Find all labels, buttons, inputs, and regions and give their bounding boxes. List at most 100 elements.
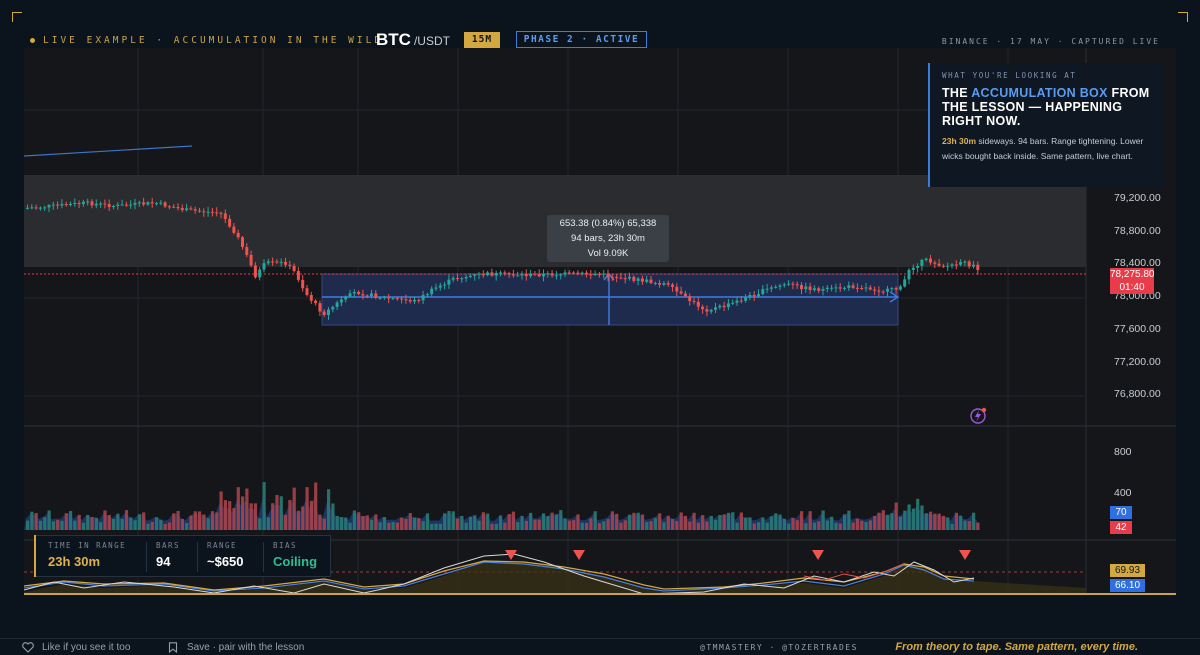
volume-bar <box>395 522 399 530</box>
volume-bar <box>382 517 387 530</box>
oscillator-tag-blue: 66.10 <box>1110 579 1145 592</box>
candle <box>77 203 81 205</box>
volume-bar <box>877 512 881 530</box>
volume-bar <box>129 517 133 530</box>
volume-bar <box>860 520 864 530</box>
volume-bar <box>976 522 980 530</box>
candle <box>374 293 378 298</box>
volume-bar <box>946 517 950 530</box>
volume-bar <box>791 517 795 530</box>
volume-bar <box>352 510 356 530</box>
volume-bar <box>838 523 842 530</box>
candle <box>920 259 924 266</box>
candle <box>666 283 670 285</box>
volume-bar <box>692 512 696 530</box>
candle <box>365 295 369 297</box>
volume-bar <box>563 518 567 530</box>
info-body: 23h 30m sideways. 94 bars. Range tighten… <box>942 134 1152 163</box>
volume-bar <box>430 523 434 530</box>
volume-bar <box>499 515 503 530</box>
candle <box>30 207 34 209</box>
candle <box>959 262 963 265</box>
candle <box>898 286 902 290</box>
candle <box>546 273 550 275</box>
symbol-quote: /USDT <box>413 34 450 48</box>
live-label: LIVE EXAMPLE · ACCUMULATION IN THE WILD <box>43 35 384 46</box>
footer: Like if you see it too Save · pair with … <box>0 638 1200 655</box>
info-duration: 23h 30m <box>942 136 977 146</box>
volume-bar <box>223 500 227 530</box>
volume-bar <box>413 517 417 530</box>
candle <box>271 261 275 263</box>
volume-bar <box>271 503 275 530</box>
volume-bar <box>344 517 348 530</box>
candle <box>726 303 730 308</box>
candle <box>395 298 399 300</box>
volume-bar <box>602 521 606 530</box>
candle <box>288 264 292 266</box>
volume-bar <box>542 513 546 530</box>
candle <box>120 204 124 206</box>
volume-bar <box>701 515 705 530</box>
price-chart[interactable]: 79,200.00 78,800.00 78,400.00 78,000.00 … <box>24 48 1176 594</box>
volume-bar <box>559 510 563 530</box>
candle <box>327 309 330 316</box>
candle <box>623 278 627 280</box>
volume-bar <box>193 511 197 530</box>
last-price: 78,275.80 <box>1110 269 1155 280</box>
volume-bar <box>903 510 907 530</box>
candle <box>782 284 786 286</box>
candle <box>90 201 94 206</box>
volume-bar <box>99 522 103 530</box>
volume-bar <box>486 513 490 530</box>
volume-bar <box>649 521 653 530</box>
volume-bar <box>490 523 494 530</box>
candle <box>51 204 55 206</box>
lightning-icon[interactable] <box>970 407 987 424</box>
candle <box>430 288 434 295</box>
candle <box>963 261 967 263</box>
volume-bar <box>718 515 722 530</box>
volume-bar <box>159 519 163 530</box>
volume-bar <box>739 512 743 530</box>
candle <box>821 289 825 291</box>
candle <box>606 273 610 277</box>
last-price-tag: 78,275.80 01:40 <box>1110 268 1155 294</box>
candle <box>456 278 459 280</box>
like-action[interactable]: Like if you see it too <box>22 642 130 653</box>
stat-label: TIME IN RANGE <box>48 541 127 550</box>
timeframe-badge[interactable]: 15M <box>464 32 500 48</box>
volume-bar <box>847 510 851 530</box>
volume-bar <box>51 521 55 530</box>
volume-bar <box>370 519 374 530</box>
candle <box>279 261 283 263</box>
candle <box>701 306 705 310</box>
volume-bar <box>335 516 339 530</box>
candle <box>464 276 468 279</box>
volume-bar <box>473 515 477 530</box>
stat-divider <box>197 542 198 572</box>
volume-bar <box>232 508 236 530</box>
volume-bar <box>279 496 283 530</box>
volume-bar <box>632 512 636 530</box>
author-handles[interactable]: @TMMASTERY · @TOZERTRADES <box>700 643 858 652</box>
volume-bar <box>821 510 825 530</box>
candle <box>116 204 120 207</box>
candle <box>137 202 141 204</box>
volume-bar <box>950 523 954 530</box>
heart-icon <box>22 642 34 653</box>
candle <box>451 278 455 280</box>
stat-label: BIAS <box>273 541 298 550</box>
volume-bar <box>868 520 872 530</box>
volume-bar <box>215 512 219 530</box>
volume-bar <box>494 523 498 530</box>
candle <box>64 204 68 206</box>
volume-bar <box>421 521 425 530</box>
candle <box>443 284 447 286</box>
volume-bar <box>107 515 111 530</box>
candle <box>387 297 391 299</box>
volume-bar <box>64 513 68 530</box>
candle <box>112 206 115 208</box>
save-action[interactable]: Save · pair with the lesson <box>168 642 304 653</box>
volume-bar <box>137 514 141 530</box>
